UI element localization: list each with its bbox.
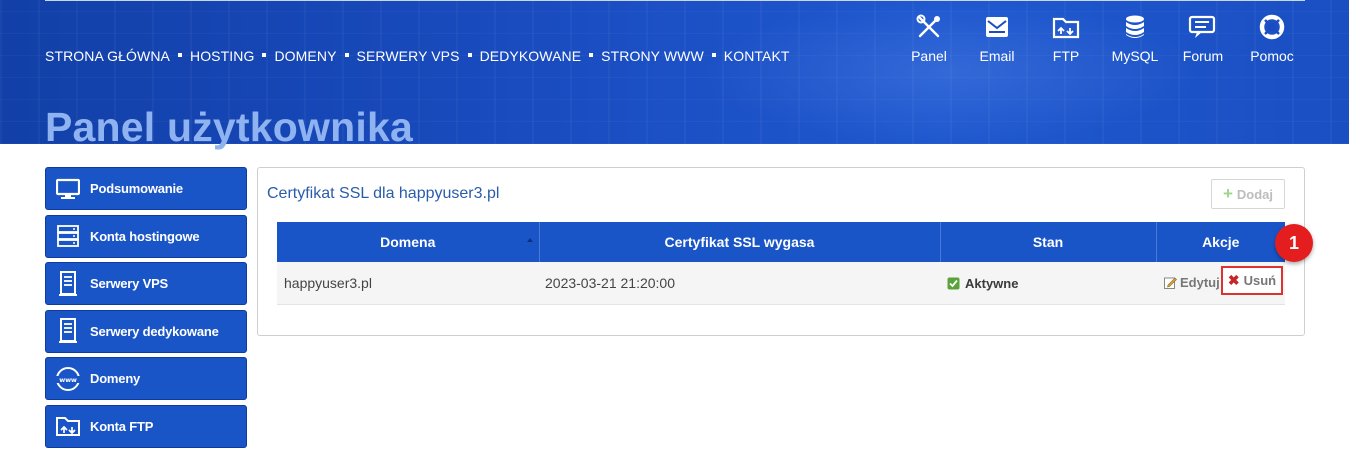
cell-expires: 2023-03-21 21:20:00	[539, 262, 940, 305]
quick-link-label: Forum	[1182, 48, 1224, 64]
quick-link-label: FTP	[1052, 48, 1080, 64]
add-button-label: Dodaj	[1236, 186, 1274, 202]
sidebar-item-label: Podsumowanie	[90, 181, 183, 196]
sidebar: Podsumowanie Konta hostingowe Serwery VP…	[45, 167, 247, 452]
sidebar-item-summary[interactable]: Podsumowanie	[45, 167, 247, 210]
server-tower-icon	[59, 270, 77, 296]
sidebar-item-dedicated[interactable]: Serwery dedykowane	[45, 309, 247, 353]
edit-link[interactable]: Edytuj	[1164, 275, 1220, 290]
panel-title: Certyfikat SSL dla happyuser3.pl	[267, 185, 500, 202]
delete-label: Usuń	[1243, 273, 1277, 288]
cell-domain: happyuser3.pl	[277, 262, 539, 305]
nav-separator	[262, 53, 267, 57]
envelope-icon	[986, 17, 1008, 37]
quick-link-label: Pomoc	[1250, 48, 1294, 64]
cell-actions: Edytuj ✖ Usuń	[1156, 262, 1285, 305]
cell-status: Aktywne	[940, 262, 1156, 305]
database-icon	[1126, 15, 1144, 38]
lifebuoy-icon	[1259, 14, 1285, 40]
sidebar-item-label: Serwery dedykowane	[90, 323, 219, 339]
nav-link-hosting[interactable]: HOSTING	[190, 48, 254, 64]
table-row: happyuser3.pl 2023-03-21 21:20:00 Aktywn…	[277, 262, 1285, 305]
sidebar-item-label: Konta FTP	[90, 418, 154, 434]
ssl-table: Domena Certyfikat SSL wygasa Stan Akcje …	[277, 222, 1285, 305]
nav-separator	[711, 53, 716, 57]
sidebar-item-label: Konta hostingowe	[90, 228, 200, 244]
quick-link-panel[interactable]: Panel	[894, 14, 964, 64]
pencil-icon	[1164, 277, 1177, 289]
nav-link-vps[interactable]: SERWERY VPS	[357, 48, 460, 64]
column-header-label: Certyfikat SSL wygasa	[664, 234, 815, 250]
monitor-icon	[56, 178, 80, 199]
table-header-row: Domena Certyfikat SSL wygasa Stan Akcje	[277, 222, 1285, 262]
folder-icon	[1052, 17, 1080, 39]
nav-separator	[177, 53, 182, 57]
sort-asc-icon	[526, 238, 533, 242]
quick-link-forum[interactable]: Forum	[1168, 14, 1238, 64]
nav-separator	[467, 53, 472, 57]
sidebar-item-vps[interactable]: Serwery VPS	[45, 262, 247, 305]
nav-link-dedicated[interactable]: DEDYKOWANE	[480, 48, 582, 64]
nav-link-home[interactable]: STRONA GŁÓWNA	[45, 48, 170, 64]
quick-link-email[interactable]: Email	[962, 14, 1032, 64]
nav-separator	[344, 53, 349, 57]
delete-button[interactable]: ✖ Usuń	[1221, 266, 1283, 295]
check-icon	[947, 277, 960, 289]
svg-text:www: www	[59, 376, 77, 384]
nav-link-contact[interactable]: KONTAKT	[724, 48, 790, 64]
server-tower-icon	[59, 318, 77, 343]
chat-icon	[1188, 15, 1216, 38]
www-globe-icon: www	[56, 366, 80, 391]
add-button[interactable]: + Dodaj	[1211, 179, 1285, 209]
column-header-label: Domena	[380, 234, 436, 250]
nav-link-domains[interactable]: DOMENY	[274, 48, 336, 64]
ssl-certificate-panel: Certyfikat SSL dla happyuser3.pl + Dodaj…	[257, 167, 1305, 336]
column-header-expires[interactable]: Certyfikat SSL wygasa	[539, 222, 941, 262]
column-header-label: Akcje	[1202, 234, 1240, 250]
quick-link-help[interactable]: Pomoc	[1237, 14, 1307, 64]
quick-link-mysql[interactable]: MySQL	[1100, 14, 1170, 64]
sidebar-item-hosting-accounts[interactable]: Konta hostingowe	[45, 214, 247, 258]
column-header-status[interactable]: Stan	[940, 222, 1157, 262]
quick-link-label: Panel	[911, 48, 947, 64]
quick-link-ftp[interactable]: FTP	[1031, 14, 1101, 64]
tools-icon	[916, 14, 940, 38]
sidebar-item-domains[interactable]: www Domeny	[45, 357, 247, 400]
header-top-divider	[45, 0, 1305, 1]
status-label: Aktywne	[965, 275, 1019, 291]
nav-link-websites[interactable]: STRONY WWW	[601, 48, 704, 64]
page-title: Panel użytkownika	[45, 104, 413, 150]
nav-separator	[589, 53, 594, 57]
plus-icon: +	[1222, 184, 1233, 203]
column-header-domain[interactable]: Domena	[277, 222, 540, 262]
main-navigation: STRONA GŁÓWNA HOSTING DOMENY SERWERY VPS…	[45, 48, 790, 64]
quick-link-label: Email	[979, 48, 1015, 64]
folder-upload-icon	[56, 417, 80, 436]
annotation-badge: 1	[1275, 224, 1313, 262]
sidebar-item-ftp-accounts[interactable]: Konta FTP	[45, 404, 247, 448]
column-header-actions: Akcje	[1156, 222, 1285, 262]
sidebar-item-label: Domeny	[90, 371, 141, 386]
edit-label: Edytuj	[1180, 275, 1220, 290]
column-header-label: Stan	[1032, 234, 1064, 250]
quick-link-label: MySQL	[1111, 48, 1159, 64]
server-rack-icon	[57, 225, 79, 247]
delete-x-icon: ✖	[1227, 272, 1240, 288]
sidebar-item-label: Serwery VPS	[90, 276, 169, 291]
